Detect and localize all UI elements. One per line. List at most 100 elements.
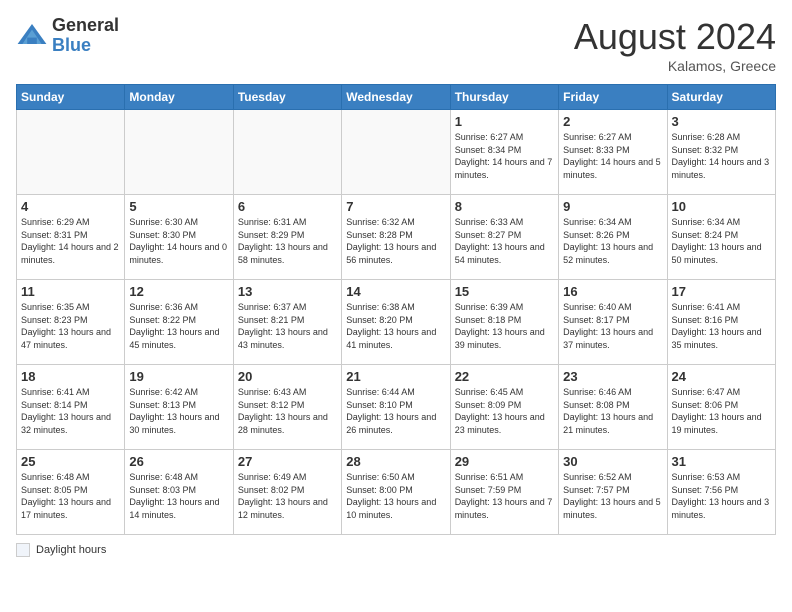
day-number: 22 (455, 369, 554, 384)
calendar-cell: 27 Sunrise: 6:49 AM Sunset: 8:02 PM Dayli… (233, 450, 341, 535)
weekday-header: Sunday (17, 85, 125, 110)
day-info: Sunrise: 6:27 AM Sunset: 8:33 PM Dayligh… (563, 131, 662, 181)
day-info: Sunrise: 6:48 AM Sunset: 8:05 PM Dayligh… (21, 471, 120, 521)
weekday-header: Wednesday (342, 85, 450, 110)
day-info: Sunrise: 6:37 AM Sunset: 8:21 PM Dayligh… (238, 301, 337, 351)
calendar-cell (17, 110, 125, 195)
day-number: 15 (455, 284, 554, 299)
day-number: 11 (21, 284, 120, 299)
legend: Daylight hours (16, 543, 776, 557)
day-number: 27 (238, 454, 337, 469)
day-info: Sunrise: 6:50 AM Sunset: 8:00 PM Dayligh… (346, 471, 445, 521)
day-info: Sunrise: 6:43 AM Sunset: 8:12 PM Dayligh… (238, 386, 337, 436)
day-info: Sunrise: 6:52 AM Sunset: 7:57 PM Dayligh… (563, 471, 662, 521)
calendar-week-row: 25 Sunrise: 6:48 AM Sunset: 8:05 PM Dayli… (17, 450, 776, 535)
calendar-cell: 5 Sunrise: 6:30 AM Sunset: 8:30 PM Daylig… (125, 195, 233, 280)
weekday-header: Thursday (450, 85, 558, 110)
calendar-cell: 31Sunrise: 6:53 AM Sunset: 7:56 PM Dayli… (667, 450, 775, 535)
day-info: Sunrise: 6:35 AM Sunset: 8:23 PM Dayligh… (21, 301, 120, 351)
day-info: Sunrise: 6:36 AM Sunset: 8:22 PM Dayligh… (129, 301, 228, 351)
day-number: 13 (238, 284, 337, 299)
day-info: Sunrise: 6:30 AM Sunset: 8:30 PM Dayligh… (129, 216, 228, 266)
day-info: Sunrise: 6:41 AM Sunset: 8:14 PM Dayligh… (21, 386, 120, 436)
calendar-cell: 15 Sunrise: 6:39 AM Sunset: 8:18 PM Dayli… (450, 280, 558, 365)
calendar-table: SundayMondayTuesdayWednesdayThursdayFrid… (16, 84, 776, 535)
day-info: Sunrise: 6:33 AM Sunset: 8:27 PM Dayligh… (455, 216, 554, 266)
calendar-cell: 21Sunrise: 6:44 AM Sunset: 8:10 PM Dayli… (342, 365, 450, 450)
day-info: Sunrise: 6:39 AM Sunset: 8:18 PM Dayligh… (455, 301, 554, 351)
calendar-cell: 19 Sunrise: 6:42 AM Sunset: 8:13 PM Dayli… (125, 365, 233, 450)
day-number: 16 (563, 284, 662, 299)
day-info: Sunrise: 6:27 AM Sunset: 8:34 PM Dayligh… (455, 131, 554, 181)
calendar-cell (233, 110, 341, 195)
calendar-cell: 2 Sunrise: 6:27 AM Sunset: 8:33 PM Daylig… (559, 110, 667, 195)
day-info: Sunrise: 6:34 AM Sunset: 8:26 PM Dayligh… (563, 216, 662, 266)
calendar-cell: 4Sunrise: 6:29 AM Sunset: 8:31 PM Daylig… (17, 195, 125, 280)
day-number: 26 (129, 454, 228, 469)
day-number: 14 (346, 284, 445, 299)
calendar-cell: 9 Sunrise: 6:34 AM Sunset: 8:26 PM Daylig… (559, 195, 667, 280)
calendar-cell: 26 Sunrise: 6:48 AM Sunset: 8:03 PM Dayli… (125, 450, 233, 535)
day-number: 19 (129, 369, 228, 384)
day-info: Sunrise: 6:42 AM Sunset: 8:13 PM Dayligh… (129, 386, 228, 436)
calendar-cell: 23 Sunrise: 6:46 AM Sunset: 8:08 PM Dayli… (559, 365, 667, 450)
calendar-week-row: 4Sunrise: 6:29 AM Sunset: 8:31 PM Daylig… (17, 195, 776, 280)
legend-box (16, 543, 30, 557)
calendar-cell: 20 Sunrise: 6:43 AM Sunset: 8:12 PM Dayli… (233, 365, 341, 450)
day-number: 23 (563, 369, 662, 384)
calendar-cell: 6 Sunrise: 6:31 AM Sunset: 8:29 PM Daylig… (233, 195, 341, 280)
calendar-cell: 10 Sunrise: 6:34 AM Sunset: 8:24 PM Dayli… (667, 195, 775, 280)
calendar-cell (125, 110, 233, 195)
day-number: 1 (455, 114, 554, 129)
calendar-week-row: 18 Sunrise: 6:41 AM Sunset: 8:14 PM Dayli… (17, 365, 776, 450)
day-number: 28 (346, 454, 445, 469)
day-number: 2 (563, 114, 662, 129)
logo-icon (16, 20, 48, 52)
day-number: 30 (563, 454, 662, 469)
day-number: 7 (346, 199, 445, 214)
day-number: 6 (238, 199, 337, 214)
day-info: Sunrise: 6:38 AM Sunset: 8:20 PM Dayligh… (346, 301, 445, 351)
day-info: Sunrise: 6:48 AM Sunset: 8:03 PM Dayligh… (129, 471, 228, 521)
weekday-header: Monday (125, 85, 233, 110)
day-info: Sunrise: 6:34 AM Sunset: 8:24 PM Dayligh… (672, 216, 771, 266)
day-number: 5 (129, 199, 228, 214)
day-info: Sunrise: 6:45 AM Sunset: 8:09 PM Dayligh… (455, 386, 554, 436)
calendar-cell: 22 Sunrise: 6:45 AM Sunset: 8:09 PM Dayli… (450, 365, 558, 450)
day-info: Sunrise: 6:29 AM Sunset: 8:31 PM Dayligh… (21, 216, 120, 266)
page-header: General Blue August 2024 Kalamos, Greece (16, 16, 776, 74)
day-number: 9 (563, 199, 662, 214)
logo-text: General Blue (52, 16, 119, 56)
day-number: 21 (346, 369, 445, 384)
calendar-cell: 8 Sunrise: 6:33 AM Sunset: 8:27 PM Daylig… (450, 195, 558, 280)
day-number: 25 (21, 454, 120, 469)
calendar-cell (342, 110, 450, 195)
calendar-cell: 30 Sunrise: 6:52 AM Sunset: 7:57 PM Dayli… (559, 450, 667, 535)
day-number: 29 (455, 454, 554, 469)
calendar-cell: 28 Sunrise: 6:50 AM Sunset: 8:00 PM Dayli… (342, 450, 450, 535)
weekday-header-row: SundayMondayTuesdayWednesdayThursdayFrid… (17, 85, 776, 110)
calendar-week-row: 1 Sunrise: 6:27 AM Sunset: 8:34 PM Daylig… (17, 110, 776, 195)
day-number: 12 (129, 284, 228, 299)
day-info: Sunrise: 6:46 AM Sunset: 8:08 PM Dayligh… (563, 386, 662, 436)
day-number: 3 (672, 114, 771, 129)
day-number: 10 (672, 199, 771, 214)
calendar-cell: 13 Sunrise: 6:37 AM Sunset: 8:21 PM Dayli… (233, 280, 341, 365)
day-info: Sunrise: 6:53 AM Sunset: 7:56 PM Dayligh… (672, 471, 771, 521)
day-info: Sunrise: 6:49 AM Sunset: 8:02 PM Dayligh… (238, 471, 337, 521)
day-info: Sunrise: 6:28 AM Sunset: 8:32 PM Dayligh… (672, 131, 771, 181)
day-info: Sunrise: 6:31 AM Sunset: 8:29 PM Dayligh… (238, 216, 337, 266)
day-info: Sunrise: 6:41 AM Sunset: 8:16 PM Dayligh… (672, 301, 771, 351)
month-year: August 2024 (574, 16, 776, 58)
day-number: 18 (21, 369, 120, 384)
title-block: August 2024 Kalamos, Greece (574, 16, 776, 74)
calendar-cell: 11 Sunrise: 6:35 AM Sunset: 8:23 PM Dayli… (17, 280, 125, 365)
calendar-cell: 16 Sunrise: 6:40 AM Sunset: 8:17 PM Dayli… (559, 280, 667, 365)
day-info: Sunrise: 6:47 AM Sunset: 8:06 PM Dayligh… (672, 386, 771, 436)
calendar-cell: 3 Sunrise: 6:28 AM Sunset: 8:32 PM Daylig… (667, 110, 775, 195)
day-info: Sunrise: 6:40 AM Sunset: 8:17 PM Dayligh… (563, 301, 662, 351)
day-number: 20 (238, 369, 337, 384)
calendar-cell: 29Sunrise: 6:51 AM Sunset: 7:59 PM Dayli… (450, 450, 558, 535)
weekday-header: Tuesday (233, 85, 341, 110)
day-number: 8 (455, 199, 554, 214)
